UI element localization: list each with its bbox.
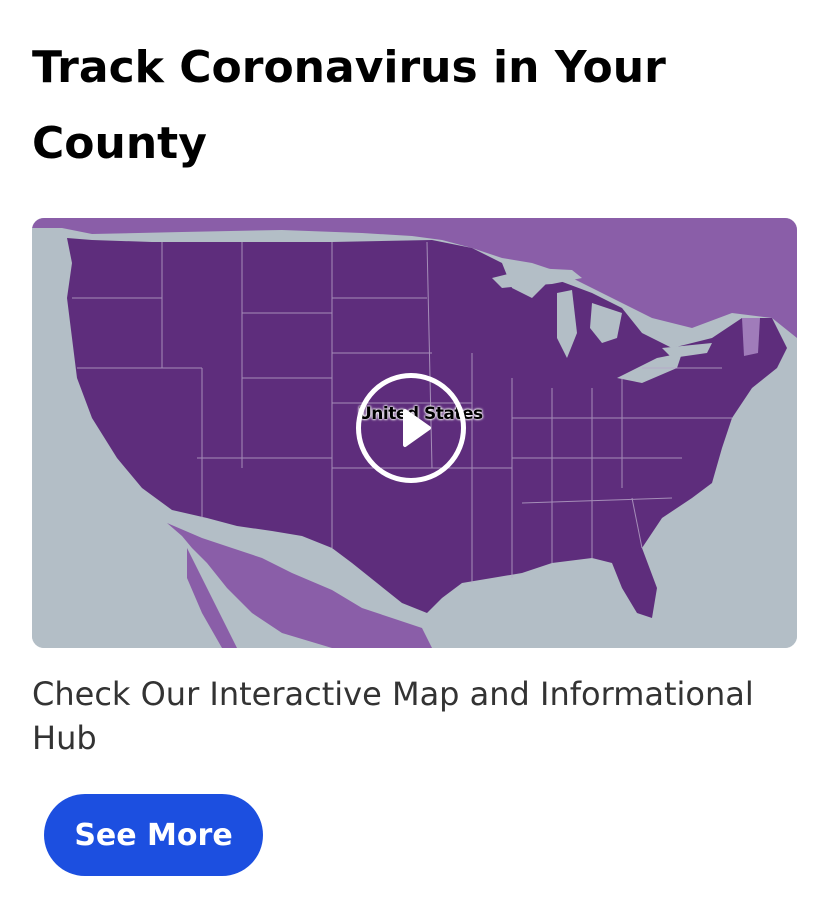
promo-card: Track Coronavirus in Your County United … [0,0,818,920]
play-button[interactable] [356,373,466,483]
see-more-button[interactable]: See More [44,794,263,876]
play-icon [403,409,431,447]
card-title: Track Coronavirus in Your County [32,42,666,169]
video-thumbnail[interactable]: United States [32,218,797,648]
card-description: Check Our Interactive Map and Informatio… [32,675,754,757]
